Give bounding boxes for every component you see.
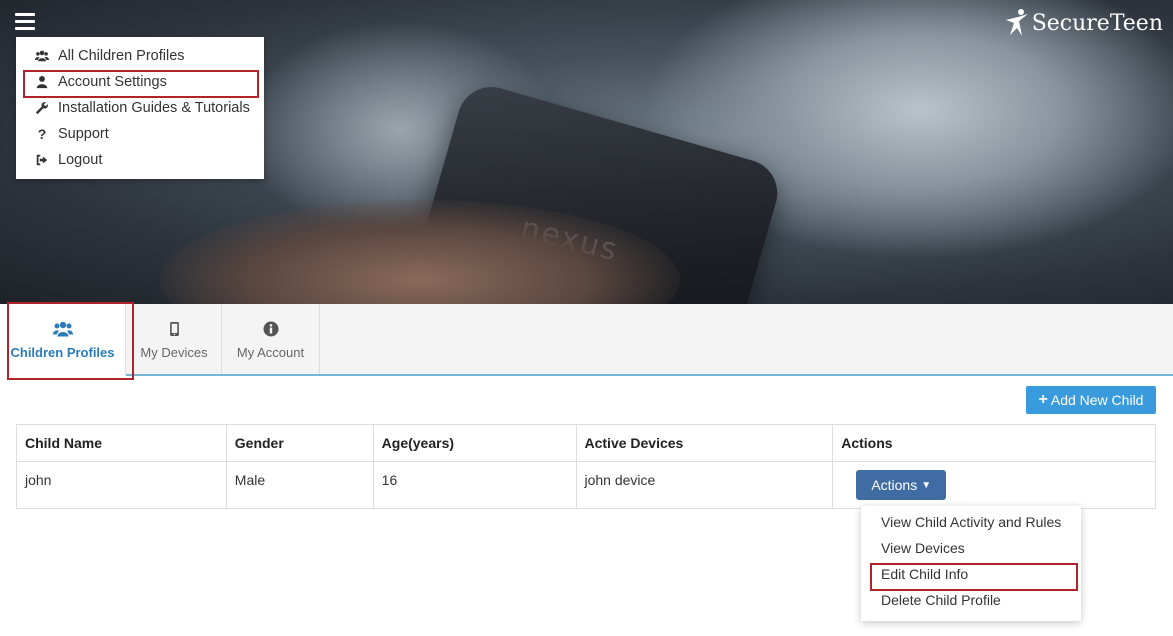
menu-item-label: Support xyxy=(58,126,109,142)
dropdown-item-view-devices[interactable]: View Devices xyxy=(861,535,1081,561)
column-header-gender[interactable]: Gender xyxy=(225,424,374,462)
tab-my-devices[interactable]: My Devices xyxy=(127,304,222,374)
cell-child-name: john xyxy=(16,461,227,509)
menu-item-label: Installation Guides & Tutorials xyxy=(58,100,250,116)
cell-gender: Male xyxy=(225,461,374,509)
menu-item-support[interactable]: ? Support xyxy=(16,121,264,147)
mobile-icon xyxy=(169,319,179,339)
column-header-active-devices[interactable]: Active Devices xyxy=(575,424,834,462)
wrench-icon xyxy=(34,100,50,116)
dropdown-item-delete-child-profile[interactable]: Delete Child Profile xyxy=(861,587,1081,613)
logo-text: SecureTeen xyxy=(1031,10,1163,36)
menu-item-installation-guides[interactable]: Installation Guides & Tutorials xyxy=(16,95,264,121)
cell-actions: Actions ▼ xyxy=(832,461,1156,509)
menu-item-label: All Children Profiles xyxy=(58,48,185,64)
tab-label: My Account xyxy=(236,344,305,360)
actions-dropdown-menu: View Child Activity and Rules View Devic… xyxy=(861,506,1081,621)
tab-label: Children Profiles xyxy=(10,344,115,360)
user-icon xyxy=(34,74,50,90)
question-icon: ? xyxy=(37,126,47,142)
hamburger-menu-icon[interactable] xyxy=(15,13,35,31)
menu-item-label: Account Settings xyxy=(58,74,167,90)
cell-active-devices: john device xyxy=(575,461,834,509)
tab-children-profiles[interactable]: Children Profiles xyxy=(0,304,126,376)
menu-item-label: Logout xyxy=(58,152,103,168)
cell-age: 16 xyxy=(372,461,577,509)
users-icon xyxy=(34,48,50,64)
menu-item-account-settings[interactable]: Account Settings xyxy=(16,69,264,95)
dropdown-item-view-child-activity[interactable]: View Child Activity and Rules xyxy=(861,509,1081,535)
table-row: john Male 16 john device Actions ▼ xyxy=(16,461,1156,509)
add-new-child-button[interactable]: + Add New Child xyxy=(1026,386,1156,414)
column-header-age[interactable]: Age(years) xyxy=(372,424,577,462)
menu-item-all-children-profiles[interactable]: All Children Profiles xyxy=(16,43,264,69)
logout-icon xyxy=(34,152,50,168)
users-icon xyxy=(52,319,73,339)
logo-figure-icon xyxy=(1005,9,1028,36)
tab-my-account[interactable]: My Account xyxy=(222,304,320,374)
brand-logo[interactable]: SecureTeen xyxy=(1004,8,1163,38)
column-header-actions: Actions xyxy=(832,424,1156,462)
plus-icon: + xyxy=(1038,391,1048,408)
chevron-down-icon: ▼ xyxy=(921,479,932,491)
tab-bar: Children Profiles My Devices My Account xyxy=(0,304,1173,376)
add-new-child-label: Add New Child xyxy=(1050,392,1144,408)
actions-button-label: Actions xyxy=(871,477,918,493)
tab-label: My Devices xyxy=(140,344,208,360)
column-header-child-name[interactable]: Child Name xyxy=(16,424,227,462)
table-header-row: Child Name Gender Age(years) Active Devi… xyxy=(16,424,1156,462)
main-menu: All Children Profiles Account Settings I… xyxy=(16,37,264,179)
info-icon xyxy=(263,319,279,339)
children-table: Child Name Gender Age(years) Active Devi… xyxy=(16,424,1156,509)
menu-item-logout[interactable]: Logout xyxy=(16,147,264,173)
dropdown-item-edit-child-info[interactable]: Edit Child Info xyxy=(861,561,1081,587)
actions-dropdown-button[interactable]: Actions ▼ xyxy=(856,470,947,500)
